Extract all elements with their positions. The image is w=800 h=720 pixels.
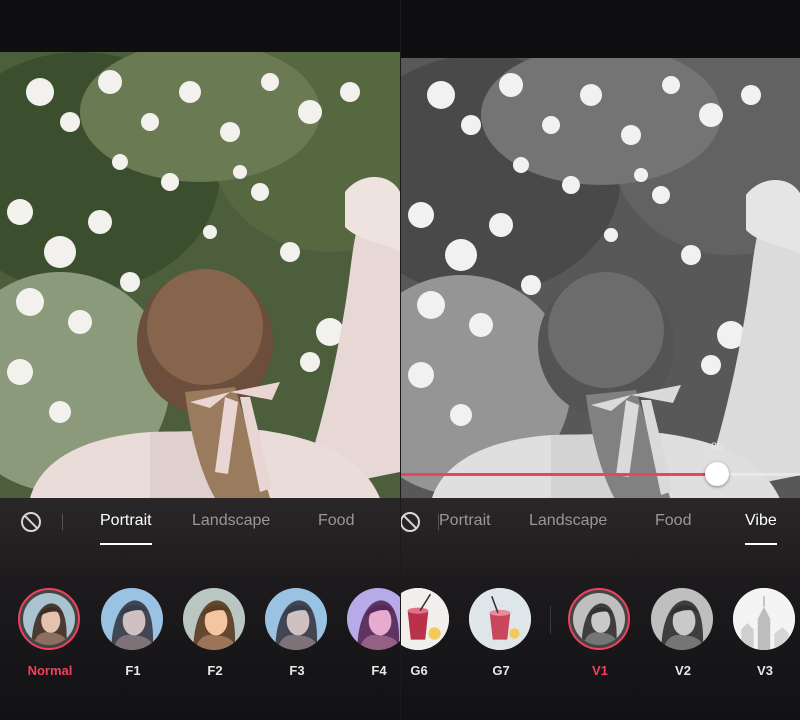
tab-label: Food	[318, 512, 355, 529]
filter-list: Normal F1 F2 F3 F4	[0, 588, 400, 688]
photo-preview	[0, 52, 400, 498]
slider-handle[interactable]	[705, 462, 729, 486]
portrait-thumbnail	[347, 588, 400, 650]
portrait-thumbnail	[183, 588, 245, 650]
filter-label: G6	[410, 663, 428, 678]
status-bar	[401, 0, 800, 58]
filter-label: V2	[675, 663, 691, 678]
filter-sheet: Portrait Landscape Food Vibe G6 G7 V1 V2…	[401, 498, 800, 720]
portrait-thumbnail	[265, 588, 327, 650]
tab-food[interactable]: Food	[318, 512, 354, 530]
filter-label: G7	[492, 663, 510, 678]
filter-label: V3	[757, 663, 773, 678]
filter-label: V1	[592, 663, 608, 678]
portrait-thumbnail	[101, 588, 163, 650]
filter-list: G6 G7 V1 V2 V3	[401, 588, 800, 688]
filter-thumbnail	[101, 588, 163, 650]
filter-thumbnail	[265, 588, 327, 650]
filter-label: Normal	[27, 663, 73, 678]
tab-portrait[interactable]: Portrait	[439, 512, 491, 530]
filter-thumbnail	[469, 588, 531, 650]
tab-landscape[interactable]: Landscape	[529, 512, 607, 530]
category-tabs: Portrait Landscape Food	[0, 498, 400, 550]
drink-thumbnail	[401, 588, 449, 650]
filter-group-divider	[550, 606, 551, 634]
right-panel-filtered: 80 Portrait Landscape Food Vibe G6 G7 V1…	[400, 0, 800, 720]
filter-label: F2	[207, 663, 223, 678]
filter-thumbnail	[183, 588, 245, 650]
tab-landscape[interactable]: Landscape	[192, 512, 270, 530]
comparison-screen: Portrait Landscape Food Normal F1 F2 F3 …	[0, 0, 800, 720]
tab-label: Landscape	[529, 512, 608, 529]
status-bar	[0, 0, 400, 52]
active-tab-indicator	[100, 543, 152, 545]
photo-preview	[401, 58, 800, 498]
tab-vibe[interactable]: Vibe	[745, 512, 777, 545]
filter-thumbnail	[347, 588, 400, 650]
filter-thumbnail	[733, 588, 795, 650]
no-filter-icon[interactable]	[20, 511, 42, 533]
filter-thumbnail	[401, 588, 449, 650]
slider-value: 80	[710, 441, 724, 453]
tab-label: Portrait	[100, 512, 152, 529]
filter-sheet: Portrait Landscape Food Normal F1 F2 F3 …	[0, 498, 400, 720]
portrait-thumbnail	[23, 593, 75, 645]
tab-label: Landscape	[192, 512, 271, 529]
building-thumbnail	[733, 588, 795, 650]
slider-fill	[401, 473, 717, 476]
tab-divider	[62, 514, 63, 530]
portrait-thumbnail	[651, 588, 713, 650]
filter-thumbnail	[568, 588, 630, 650]
photo-image-filtered	[401, 58, 800, 498]
filter-label: F4	[371, 663, 387, 678]
no-filter-icon[interactable]	[400, 511, 421, 533]
category-tabs: Portrait Landscape Food Vibe	[401, 498, 800, 550]
filter-label: F1	[125, 663, 141, 678]
photo-image	[0, 52, 400, 498]
intensity-slider[interactable]	[401, 462, 800, 486]
tab-label: Portrait	[439, 512, 491, 529]
tab-portrait[interactable]: Portrait	[100, 512, 152, 545]
filter-thumbnail	[18, 588, 80, 650]
active-tab-indicator	[745, 543, 777, 545]
drink-thumbnail	[469, 588, 531, 650]
filter-label: F3	[289, 663, 305, 678]
left-panel-original: Portrait Landscape Food Normal F1 F2 F3 …	[0, 0, 400, 720]
portrait-thumbnail	[573, 593, 625, 645]
tab-label: Food	[655, 512, 692, 529]
tab-label: Vibe	[745, 512, 777, 529]
filter-thumbnail	[651, 588, 713, 650]
tab-food[interactable]: Food	[655, 512, 691, 530]
